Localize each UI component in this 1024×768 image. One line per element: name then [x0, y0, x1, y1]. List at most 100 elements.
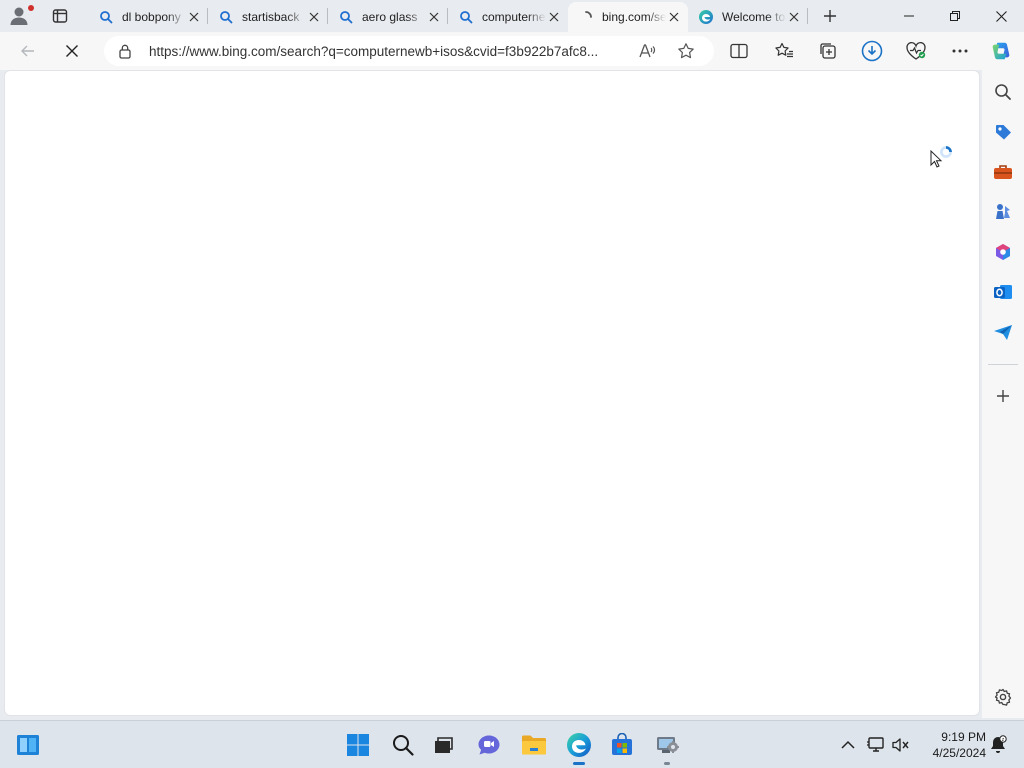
tab-label: bing.com/search [602, 10, 666, 24]
edge-sidebar [982, 70, 1024, 718]
collections-icon [820, 43, 836, 59]
add-icon [997, 390, 1009, 402]
restore-button[interactable] [932, 0, 978, 32]
system-tool-button[interactable] [651, 729, 683, 765]
tools-icon [994, 165, 1012, 179]
tab-welcome-edge[interactable]: Welcome to Microsoft Edge [688, 2, 808, 32]
network-status[interactable] [866, 735, 886, 755]
tab-label: startisback [242, 10, 300, 24]
close-tab-icon[interactable] [546, 9, 562, 25]
outlook-icon [994, 285, 1012, 299]
tab-aero-glass[interactable]: aero glass [328, 2, 448, 32]
microsoft-store-button[interactable] [606, 729, 638, 761]
tab-actions-button[interactable] [48, 5, 72, 27]
sidebar-settings-button[interactable] [992, 686, 1014, 708]
settings-more-button[interactable] [949, 40, 971, 62]
busy-cursor [930, 146, 956, 172]
close-tab-icon[interactable] [786, 9, 802, 25]
browser-essentials-button[interactable] [905, 40, 927, 62]
task-view-icon [435, 737, 453, 753]
notification-dot [28, 5, 34, 11]
sidebar-outlook-button[interactable] [992, 281, 1014, 303]
url-text[interactable]: https://www.bing.com/search?q=computerne… [149, 44, 629, 59]
plus-icon [824, 10, 836, 22]
edge-taskbar-button[interactable] [563, 729, 595, 765]
sidebar-microsoft-365-button[interactable] [992, 241, 1014, 263]
microsoft-365-icon [996, 244, 1010, 260]
file-explorer-icon [522, 735, 546, 755]
tab-label: computernewb [482, 10, 546, 24]
chevron-up-icon [841, 740, 855, 749]
clock-time: 9:19 PM [941, 730, 986, 744]
shopping-tag-icon [996, 125, 1011, 140]
tab-dl-bobpony[interactable]: dl bobpony [88, 2, 208, 32]
tab-separator [807, 8, 808, 24]
sidebar-search-button[interactable] [992, 81, 1014, 103]
sidebar-games-button[interactable] [992, 201, 1014, 223]
favorites-button[interactable] [773, 40, 795, 62]
volume-status[interactable] [891, 735, 911, 755]
lock-icon[interactable] [118, 43, 134, 59]
start-icon [347, 734, 369, 756]
search-icon [338, 9, 354, 25]
back-button[interactable] [14, 37, 42, 65]
copilot-button[interactable] [990, 40, 1012, 62]
search-icon [995, 84, 1011, 100]
heart-pulse-icon [906, 42, 926, 60]
stop-loading-button[interactable] [58, 37, 86, 65]
tab-label: aero glass [362, 10, 418, 24]
browser-toolbar: https://www.bing.com/search?q=computerne… [0, 32, 1024, 70]
start-button[interactable] [342, 729, 374, 761]
more-icon [952, 49, 968, 53]
read-aloud-icon[interactable] [638, 42, 656, 60]
favorite-star-icon[interactable] [677, 42, 695, 60]
profile-button[interactable] [8, 4, 34, 28]
volume-muted-icon [892, 738, 909, 752]
drop-icon [994, 325, 1012, 340]
taskbar: 9:19 PM 4/25/2024 z [0, 720, 1024, 768]
sidebar-tools-button[interactable] [992, 161, 1014, 183]
sidebar-drop-button[interactable] [992, 321, 1014, 343]
tab-label: Welcome to Microsoft Edge [722, 10, 786, 24]
tab-startisback[interactable]: startisback [208, 2, 328, 32]
chat-button[interactable] [473, 729, 505, 761]
busy-pointer-icon [930, 146, 952, 168]
settings-icon [994, 688, 1012, 706]
task-view-button[interactable] [428, 729, 460, 761]
close-window-button[interactable] [978, 0, 1024, 32]
chat-icon [478, 735, 500, 755]
sidebar-divider [988, 364, 1018, 365]
network-icon [867, 737, 884, 752]
taskbar-search-button[interactable] [387, 729, 419, 761]
collections-button[interactable] [817, 40, 839, 62]
back-arrow-icon [21, 45, 34, 57]
split-screen-button[interactable] [728, 40, 750, 62]
split-screen-icon [730, 43, 748, 59]
profile-icon [10, 7, 28, 25]
show-hidden-icons-button[interactable] [838, 735, 858, 755]
notification-bell-icon: z [991, 735, 1007, 753]
web-page-content[interactable] [4, 70, 980, 716]
address-bar[interactable]: https://www.bing.com/search?q=computerne… [104, 36, 714, 66]
taskbar-clock[interactable]: 9:19 PM 4/25/2024 [918, 729, 986, 761]
tab-bing-search[interactable]: bing.com/search [568, 2, 688, 32]
close-tab-icon[interactable] [186, 9, 202, 25]
downloads-button[interactable] [861, 40, 883, 62]
tab-label: dl bobpony [122, 10, 181, 24]
sidebar-add-button[interactable] [992, 385, 1014, 407]
search-icon [98, 9, 114, 25]
search-icon [458, 9, 474, 25]
widgets-button[interactable] [12, 729, 44, 761]
close-tab-icon[interactable] [306, 9, 322, 25]
close-tab-icon[interactable] [426, 9, 442, 25]
widgets-icon [17, 735, 39, 755]
file-explorer-button[interactable] [518, 729, 550, 761]
minimize-button[interactable] [886, 0, 932, 32]
notifications-button[interactable]: z [988, 735, 1008, 755]
new-tab-button[interactable] [818, 4, 842, 28]
tab-computernewb[interactable]: computernewb [448, 2, 568, 32]
sidebar-shopping-button[interactable] [992, 121, 1014, 143]
copilot-icon [992, 42, 1010, 60]
favorites-icon [775, 42, 793, 58]
close-tab-icon[interactable] [666, 9, 682, 25]
